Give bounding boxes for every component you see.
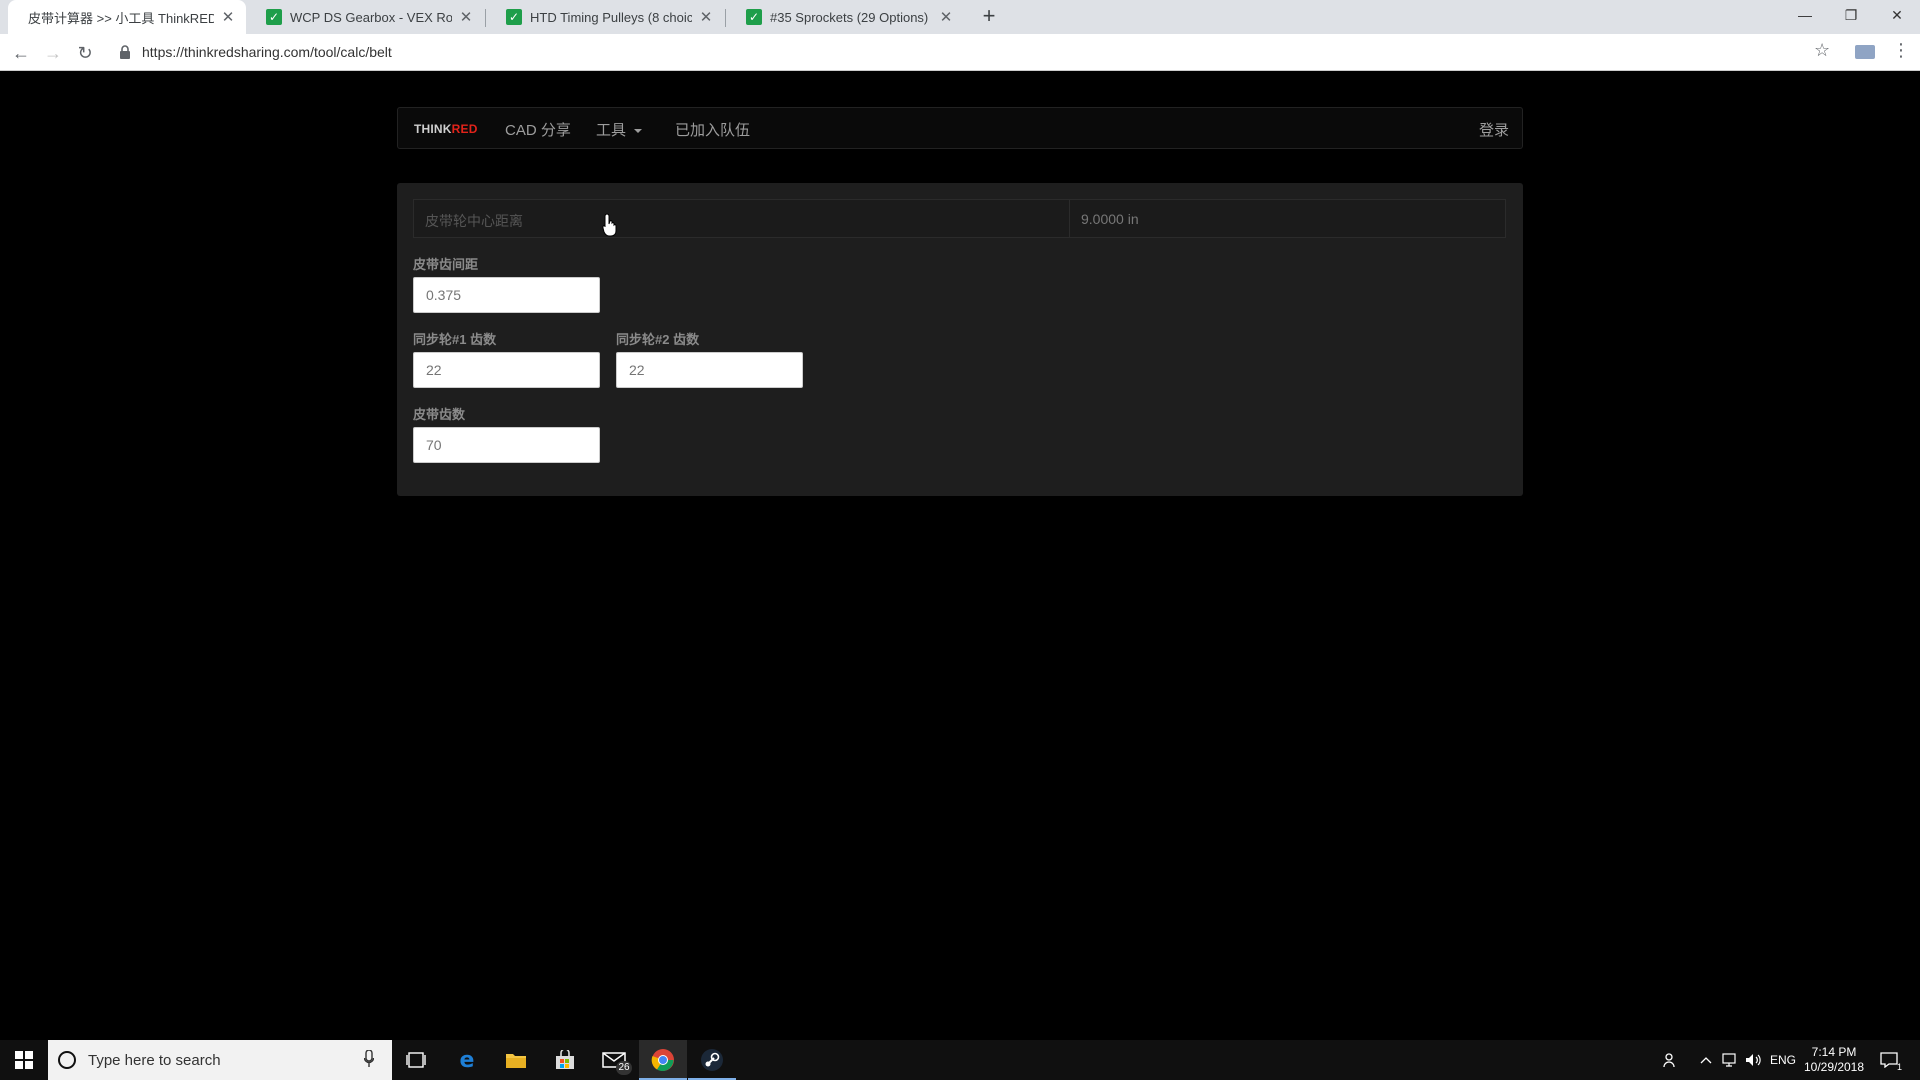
brand-logo[interactable]: THINKRED bbox=[414, 122, 478, 136]
bookmark-star-icon[interactable]: ☆ bbox=[1814, 40, 1830, 61]
steam-icon[interactable] bbox=[688, 1040, 736, 1080]
pulley1-teeth-input[interactable] bbox=[413, 352, 600, 388]
belt-teeth-input[interactable] bbox=[413, 427, 600, 463]
forward-arrow-icon[interactable]: → bbox=[40, 40, 66, 66]
belt-calculator-panel: 皮带轮中心距离 9.0000 in 皮带齿间距 同步轮#1 齿数 同步轮#2 齿… bbox=[397, 183, 1523, 496]
result-label: 皮带轮中心距离 bbox=[414, 200, 1070, 237]
people-icon[interactable] bbox=[1660, 1040, 1682, 1080]
belt-pitch-label: 皮带齿间距 bbox=[413, 257, 479, 272]
nav-login[interactable]: 登录 bbox=[1479, 119, 1509, 140]
tab-title: HTD Timing Pulleys (8 choices) - bbox=[530, 9, 692, 25]
search-placeholder: Type here to search bbox=[88, 1052, 221, 1069]
task-view-icon[interactable] bbox=[392, 1040, 440, 1080]
system-clock[interactable]: 7:14 PM 10/29/2018 bbox=[1800, 1045, 1868, 1075]
close-tab-icon[interactable]: ✕ bbox=[458, 8, 474, 26]
close-tab-icon[interactable]: ✕ bbox=[938, 8, 954, 26]
restore-icon[interactable]: ❐ bbox=[1828, 0, 1874, 30]
chrome-icon[interactable] bbox=[639, 1040, 687, 1080]
brand-red: RED bbox=[451, 122, 478, 136]
edge-browser-icon[interactable]: e bbox=[443, 1040, 491, 1080]
close-window-icon[interactable]: ✕ bbox=[1874, 0, 1920, 30]
windows-taskbar: Type here to search e 26 ENG 7:14 PM 10/… bbox=[0, 1040, 1920, 1080]
site-navbar: THINKRED CAD 分享 工具 已加入队伍 登录 bbox=[397, 107, 1523, 149]
tab-sprockets[interactable]: ✓ #35 Sprockets (29 Options) - VEX ✕ bbox=[726, 0, 964, 34]
chevron-up-icon[interactable] bbox=[1697, 1040, 1715, 1080]
svg-text:e: e bbox=[460, 1049, 475, 1071]
action-center-icon[interactable]: 1 bbox=[1874, 1040, 1904, 1080]
reload-icon[interactable]: ↻ bbox=[72, 40, 98, 66]
nav-joined-teams[interactable]: 已加入队伍 bbox=[675, 119, 750, 140]
windows-logo-icon bbox=[15, 1051, 33, 1069]
extension-icon[interactable] bbox=[1855, 45, 1875, 59]
tab-wcp-gearbox[interactable]: ✓ WCP DS Gearbox - VEX Robotics ✕ bbox=[246, 0, 484, 34]
browser-tab-strip: 皮带计算器 >> 小工具 ThinkRED ✕ ✓ WCP DS Gearbox… bbox=[0, 0, 1920, 86]
pulley1-teeth-label: 同步轮#1 齿数 bbox=[413, 332, 497, 347]
pulley2-teeth-label: 同步轮#2 齿数 bbox=[616, 332, 700, 347]
file-explorer-icon[interactable] bbox=[492, 1040, 540, 1080]
volume-icon[interactable] bbox=[1743, 1040, 1765, 1080]
lock-icon bbox=[120, 45, 130, 59]
nav-cad-share[interactable]: CAD 分享 bbox=[505, 119, 571, 140]
clock-date: 10/29/2018 bbox=[1803, 1060, 1865, 1074]
mail-icon[interactable]: 26 bbox=[590, 1040, 638, 1080]
store-icon[interactable] bbox=[541, 1040, 589, 1080]
vex-icon: ✓ bbox=[746, 9, 762, 25]
vex-icon: ✓ bbox=[506, 9, 522, 25]
vex-icon: ✓ bbox=[266, 9, 282, 25]
close-tab-icon[interactable]: ✕ bbox=[698, 8, 714, 26]
result-value: 9.0000 in bbox=[1081, 211, 1139, 227]
center-distance-result: 皮带轮中心距离 9.0000 in bbox=[413, 199, 1506, 238]
language-indicator[interactable]: ENG bbox=[1770, 1040, 1796, 1080]
mail-badge: 26 bbox=[616, 1061, 632, 1075]
hand-pointer-cursor-icon bbox=[602, 213, 617, 237]
pulley2-teeth-input[interactable] bbox=[616, 352, 803, 388]
taskbar-search-box[interactable]: Type here to search bbox=[48, 1040, 392, 1080]
nav-tools-label: 工具 bbox=[596, 122, 627, 139]
tab-title: 皮带计算器 >> 小工具 ThinkRED bbox=[28, 10, 214, 26]
tab-title: #35 Sprockets (29 Options) - VEX bbox=[770, 9, 932, 25]
minimize-icon[interactable]: — bbox=[1782, 0, 1828, 30]
notification-count: 1 bbox=[1896, 1062, 1902, 1072]
belt-teeth-label: 皮带齿数 bbox=[413, 407, 466, 422]
tab-belt-calculator[interactable]: 皮带计算器 >> 小工具 ThinkRED ✕ bbox=[8, 0, 246, 86]
start-button[interactable] bbox=[0, 1040, 48, 1080]
close-tab-icon[interactable]: ✕ bbox=[220, 8, 236, 26]
clock-time: 7:14 PM bbox=[1811, 1045, 1857, 1059]
tab-title: WCP DS Gearbox - VEX Robotics bbox=[290, 9, 452, 25]
brand-think: THINK bbox=[414, 122, 452, 136]
microphone-icon[interactable] bbox=[364, 1050, 374, 1068]
page-content: THINKRED CAD 分享 工具 已加入队伍 登录 皮带轮中心距离 9.00… bbox=[0, 71, 1920, 1040]
new-tab-button[interactable]: + bbox=[976, 4, 1002, 30]
browser-toolbar: ← → ↻ https://thinkredsharing.com/tool/c… bbox=[0, 34, 1920, 71]
nav-tools-dropdown[interactable]: 工具 bbox=[596, 119, 643, 140]
tab-htd-pulleys[interactable]: ✓ HTD Timing Pulleys (8 choices) - ✕ bbox=[486, 0, 724, 34]
cortana-icon bbox=[58, 1051, 76, 1069]
browser-menu-icon[interactable]: ⋮ bbox=[1892, 40, 1910, 61]
belt-pitch-input[interactable] bbox=[413, 277, 600, 313]
back-arrow-icon[interactable]: ← bbox=[8, 40, 34, 66]
caret-down-icon bbox=[634, 129, 643, 134]
address-bar[interactable]: https://thinkredsharing.com/tool/calc/be… bbox=[142, 44, 392, 60]
network-icon[interactable] bbox=[1719, 1040, 1739, 1080]
